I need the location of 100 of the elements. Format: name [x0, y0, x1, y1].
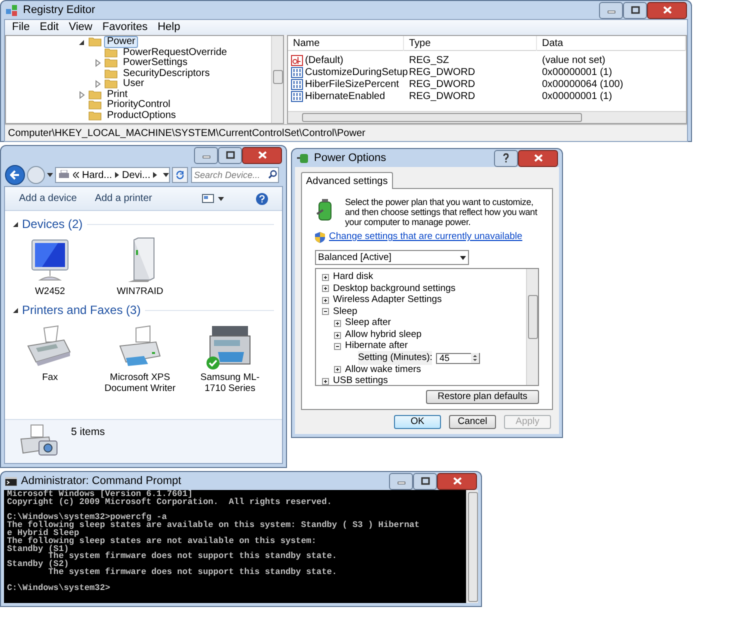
folder-icon — [88, 37, 102, 48]
maximize-button[interactable] — [218, 146, 242, 164]
binary-value-icon — [291, 67, 303, 78]
scrollbar[interactable] — [466, 490, 478, 603]
window-title: Registry Editor — [23, 2, 96, 18]
close-button[interactable] — [437, 472, 477, 490]
setting-item[interactable]: Wireless Adapter Settings — [333, 293, 442, 308]
folder-icon — [88, 100, 102, 110]
binary-value-icon — [291, 91, 303, 102]
value-data: (value not set) — [541, 54, 606, 68]
maximize-icon — [226, 151, 234, 159]
restore-defaults-button[interactable]: Restore plan defaults — [426, 390, 539, 404]
value-data: 0x00000001 (1) — [541, 66, 614, 80]
close-button[interactable] — [242, 146, 282, 164]
help-button[interactable] — [256, 192, 268, 204]
refresh-arrows-icon — [175, 170, 185, 180]
view-options-button[interactable] — [202, 194, 224, 203]
setting-item[interactable]: USB settings — [333, 374, 388, 386]
device-label: Samsung ML-1710 Series — [199, 372, 261, 394]
device-label: Microsoft XPS Document Writer — [103, 372, 177, 394]
setting-item[interactable]: Sleep — [333, 304, 358, 319]
back-button[interactable] — [5, 165, 25, 185]
close-icon — [452, 477, 462, 485]
setting-item[interactable]: Allow wake timers — [345, 362, 422, 377]
tree-item[interactable]: PriorityControl — [104, 99, 174, 112]
registry-cubes-icon — [5, 3, 19, 17]
dialog-button[interactable]: OK — [394, 415, 441, 429]
maximize-button[interactable] — [623, 2, 647, 18]
shield-icon — [315, 232, 325, 243]
group-header[interactable]: Devices (2) — [22, 215, 83, 233]
search-icon — [268, 170, 277, 180]
console-line: Standby (S2) — [7, 561, 70, 569]
scrollbar[interactable] — [526, 269, 538, 386]
tree-item[interactable]: SecurityDescriptors — [120, 68, 213, 80]
toolbar-button[interactable]: Add a device — [19, 191, 77, 206]
breadcrumb-item[interactable]: Hard... — [82, 168, 112, 182]
tree-item[interactable]: Power — [104, 36, 138, 48]
plan-dropdown[interactable]: Balanced [Active] — [315, 250, 469, 266]
refresh-button[interactable] — [172, 167, 188, 183]
help-button[interactable] — [494, 150, 518, 166]
window-title: Power Options — [314, 150, 386, 166]
console-line: Standby (S1) — [7, 546, 69, 554]
dialog-button[interactable]: Cancel — [449, 415, 496, 429]
device-label: Fax — [41, 372, 59, 383]
chevron-right-icon — [115, 172, 120, 178]
value-type: REG_DWORD — [408, 78, 476, 92]
tab[interactable]: Advanced settings — [301, 172, 393, 189]
folder-icon — [88, 110, 102, 121]
device-tile[interactable]: WIN7RAID — [100, 236, 180, 297]
collapse-triangle-icon — [13, 308, 18, 312]
menu-item[interactable]: Favorites — [102, 19, 148, 36]
device-label: WIN7RAID — [116, 286, 164, 297]
tree-item[interactable]: PowerRequestOverride — [120, 46, 230, 59]
menu-item[interactable]: Help — [158, 19, 180, 36]
console-line: The system firmware does not support this standby state. — [47, 568, 338, 577]
window-title: Administrator: Command Prompt — [21, 474, 182, 489]
device-tile[interactable]: Fax — [10, 322, 90, 394]
breadcrumb-item[interactable]: Devi... — [122, 168, 150, 182]
breadcrumb-bar[interactable]: Hard... Devi... — [55, 167, 170, 183]
search-field[interactable]: Search Device... — [191, 166, 279, 183]
device-tile[interactable]: Samsung ML-1710 Series — [190, 322, 270, 394]
scrollbar[interactable] — [288, 111, 686, 123]
item-count: 5 items — [71, 425, 105, 440]
setting-item[interactable]: Hard disk — [333, 270, 374, 284]
power-plug-icon — [296, 152, 310, 164]
console-line: Microsoft Windows [Version 6.1.7601] — [7, 491, 193, 499]
value-name: HiberFileSizePercent — [305, 78, 399, 92]
tree-item[interactable]: ProductOptions — [104, 110, 179, 122]
value-data: 0x00000001 (1) — [541, 90, 614, 104]
close-icon — [534, 154, 542, 162]
binary-value-icon — [291, 79, 303, 90]
maximize-button[interactable] — [413, 472, 437, 490]
scrollbar[interactable] — [271, 36, 283, 123]
view-icon — [202, 194, 214, 203]
close-button[interactable] — [518, 150, 558, 166]
column-header[interactable]: Type — [404, 36, 537, 51]
menu-item[interactable]: Edit — [40, 19, 59, 36]
dropdown-arrow-icon — [460, 256, 466, 260]
column-header[interactable]: Name — [288, 36, 404, 51]
spin-arrows-icon — [471, 353, 480, 364]
link[interactable]: Change settings that are currently unavailable — [329, 230, 522, 244]
setting-item[interactable]: Desktop background settings — [333, 282, 456, 296]
device-tile[interactable]: W2452 — [10, 236, 90, 297]
tree-item[interactable]: User — [120, 78, 148, 90]
menu-item[interactable]: File — [12, 19, 30, 36]
column-header[interactable]: Data — [537, 36, 686, 51]
tree-item[interactable]: PowerSettings — [120, 57, 190, 70]
toolbar-button[interactable]: Add a printer — [94, 191, 152, 206]
spinner-field[interactable]: 45 — [436, 352, 480, 364]
menu-item[interactable]: View — [68, 19, 92, 36]
instruction-text: Select the power plan that you want to customize, and then choose settings that reflect how you want your computer to manage power. — [345, 197, 538, 227]
device-tile[interactable]: Microsoft XPS Document Writer — [100, 322, 180, 394]
value-name: (Default) — [305, 54, 344, 68]
close-button[interactable] — [647, 2, 687, 18]
tree-item[interactable]: Print — [104, 88, 131, 101]
group-header[interactable]: Printers and Faxes (3) — [22, 301, 141, 319]
close-icon — [662, 6, 672, 14]
console-line: C:\Windows\system32> — [7, 584, 112, 592]
console-line: Copyright (c) 2009 Microsoft Corporation. All rights reserved. — [7, 498, 333, 507]
console-line: The following sleep states are not available on this system: — [7, 538, 318, 546]
